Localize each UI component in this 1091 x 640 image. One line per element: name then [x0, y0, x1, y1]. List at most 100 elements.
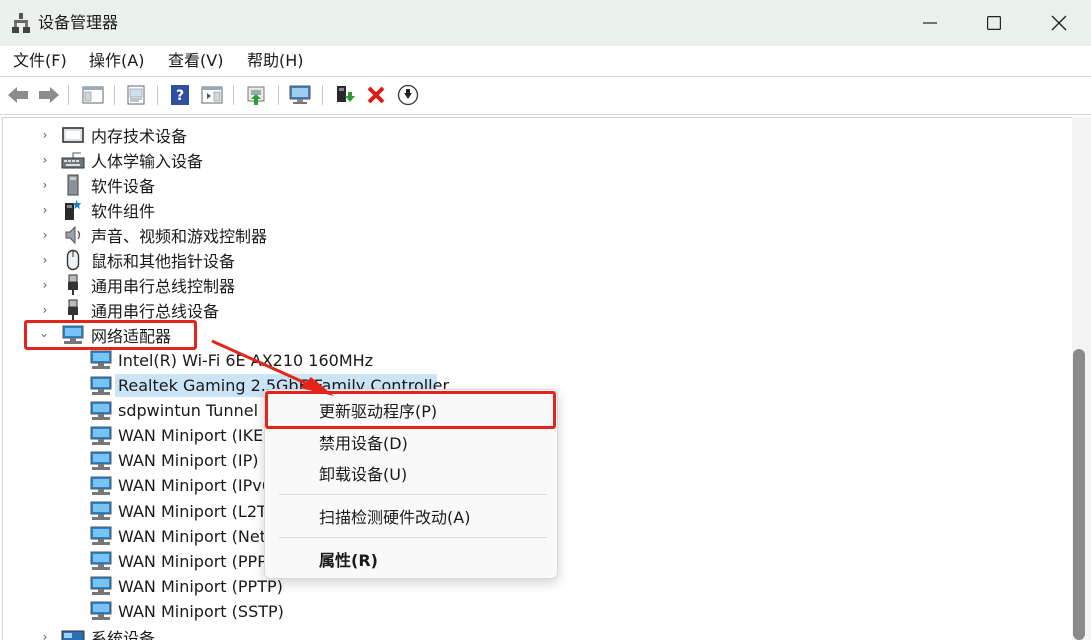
forward-icon[interactable]	[36, 82, 62, 108]
chevron-right-icon[interactable]: ›	[39, 248, 51, 273]
usb-icon	[61, 274, 85, 296]
tree-device-row[interactable]: Intel(R) Wi-Fi 6E AX210 160MHz	[3, 348, 1063, 373]
chevron-right-icon[interactable]: ›	[39, 298, 51, 323]
tree-device-label: WAN Miniport (IPv6	[118, 476, 272, 496]
title-bar: 设备管理器	[0, 0, 1091, 46]
network-adapter-icon	[89, 600, 113, 622]
menu-action[interactable]: 操作(A)	[89, 51, 144, 71]
tree-category-row[interactable]: › 鼠标和其他指针设备	[3, 248, 1063, 273]
device-manager-icon	[12, 13, 30, 33]
tree-device-label: WAN Miniport (IP)	[118, 451, 259, 471]
menu-view[interactable]: 查看(V)	[168, 51, 223, 71]
toolbar-separator	[68, 85, 69, 105]
highlight-box-network-adapters	[24, 320, 197, 350]
chevron-right-icon[interactable]: ›	[39, 624, 51, 640]
software-device-icon	[61, 174, 85, 196]
menu-uninstall-device[interactable]: 卸载设备(U)	[319, 465, 407, 485]
tree-category-row[interactable]: › 软件组件	[3, 197, 1063, 222]
tree-category-row[interactable]: › 通用串行总线设备	[3, 298, 1063, 323]
tree-category-label: 鼠标和其他指针设备	[91, 252, 236, 271]
update-driver-icon[interactable]	[243, 82, 269, 108]
disable-icon[interactable]	[395, 82, 421, 108]
tree-category-row[interactable]: › 系统设备	[3, 624, 1063, 640]
tree-device-label: WAN Miniport (PPP	[118, 551, 267, 571]
toolbar-separator	[322, 85, 323, 105]
toolbar-separator	[278, 85, 279, 105]
network-adapter-icon	[89, 575, 113, 597]
network-adapter-icon	[89, 475, 113, 497]
usb-icon	[61, 299, 85, 321]
menu-file[interactable]: 文件(F)	[13, 51, 67, 71]
scan-hardware-icon[interactable]	[287, 82, 313, 108]
add-driver-icon[interactable]	[332, 82, 358, 108]
chevron-right-icon[interactable]: ›	[39, 147, 51, 172]
network-adapter-icon	[89, 349, 113, 371]
window-title: 设备管理器	[38, 13, 119, 32]
vertical-scrollbar[interactable]	[1072, 117, 1091, 640]
network-adapter-icon	[89, 525, 113, 547]
show-hide-tree-icon[interactable]	[80, 82, 106, 108]
tree-device-label: WAN Miniport (PPTP)	[118, 576, 283, 596]
menu-disable-device[interactable]: 禁用设备(D)	[319, 434, 408, 454]
minimize-button[interactable]	[898, 0, 962, 46]
tree-device-label: sdpwintun Tunnel	[118, 401, 259, 421]
tree-device-label: WAN Miniport (Net	[118, 526, 266, 546]
system-device-icon	[61, 626, 85, 640]
help-icon[interactable]: ?	[167, 82, 193, 108]
tree-category-label: 系统设备	[91, 628, 156, 640]
tree-category-label: 软件设备	[91, 176, 156, 196]
toolbar-separator	[157, 85, 158, 105]
back-icon[interactable]	[5, 82, 31, 108]
chevron-right-icon[interactable]: ›	[39, 222, 51, 247]
network-adapter-icon	[89, 550, 113, 572]
close-button[interactable]	[1027, 0, 1091, 46]
scrollbar-thumb[interactable]	[1073, 349, 1085, 640]
tree-category-row[interactable]: › 通用串行总线控制器	[3, 273, 1063, 298]
toolbar-separator	[233, 85, 234, 105]
toolbar-separator	[114, 85, 115, 105]
network-adapter-icon	[89, 425, 113, 447]
chevron-right-icon[interactable]: ›	[39, 273, 51, 298]
tree-category-label: 人体学输入设备	[91, 151, 204, 171]
tree-category-row[interactable]: › 软件设备	[3, 172, 1063, 197]
tree-device-row[interactable]: WAN Miniport (SSTP)	[3, 599, 1063, 624]
mouse-icon	[61, 249, 85, 271]
network-adapter-icon	[89, 500, 113, 522]
menu-properties[interactable]: 属性(R)	[319, 551, 378, 571]
speaker-icon	[61, 224, 85, 246]
menu-help[interactable]: 帮助(H)	[247, 51, 304, 71]
context-menu-separator	[279, 494, 547, 495]
svg-text:?: ?	[176, 88, 184, 104]
chevron-right-icon[interactable]: ›	[39, 122, 51, 147]
highlight-box-update-driver	[265, 391, 556, 429]
uninstall-icon[interactable]	[363, 82, 389, 108]
menu-scan-hardware[interactable]: 扫描检测硬件改动(A)	[319, 508, 470, 528]
tree-category-row[interactable]: › 人体学输入设备	[3, 147, 1063, 172]
network-adapter-icon	[89, 375, 113, 397]
context-menu-separator	[279, 537, 547, 538]
toolbar: ?	[0, 77, 1091, 113]
tree-category-row[interactable]: › 声音、视频和游戏控制器	[3, 222, 1063, 247]
tree-category-label: 软件组件	[91, 201, 156, 221]
tree-category-label: 声音、视频和游戏控制器	[91, 226, 268, 246]
network-adapter-icon	[89, 450, 113, 472]
network-adapter-icon	[89, 400, 113, 422]
tree-device-label: WAN Miniport (SSTP)	[118, 601, 284, 621]
tree-category-label: 通用串行总线设备	[91, 302, 220, 322]
tree-category-label: 内存技术设备	[91, 126, 188, 146]
tree-device-label: WAN Miniport (L2T	[118, 501, 267, 521]
maximize-button[interactable]	[962, 0, 1026, 46]
tree-device-label: WAN Miniport (IKEv	[118, 426, 273, 446]
action-pane-icon[interactable]	[199, 82, 225, 108]
menu-bar: 文件(F) 操作(A) 查看(V) 帮助(H)	[0, 46, 1091, 76]
toolbar-divider	[0, 114, 1091, 115]
properties-icon[interactable]	[123, 82, 149, 108]
memory-icon	[61, 124, 85, 146]
software-component-icon	[61, 199, 85, 221]
tree-category-row[interactable]: › 内存技术设备	[3, 122, 1063, 147]
tree-device-label: Intel(R) Wi-Fi 6E AX210 160MHz	[118, 350, 374, 370]
chevron-right-icon[interactable]: ›	[39, 197, 51, 222]
keyboard-icon	[61, 149, 85, 171]
chevron-right-icon[interactable]: ›	[39, 172, 51, 197]
tree-category-label: 通用串行总线控制器	[91, 277, 236, 297]
